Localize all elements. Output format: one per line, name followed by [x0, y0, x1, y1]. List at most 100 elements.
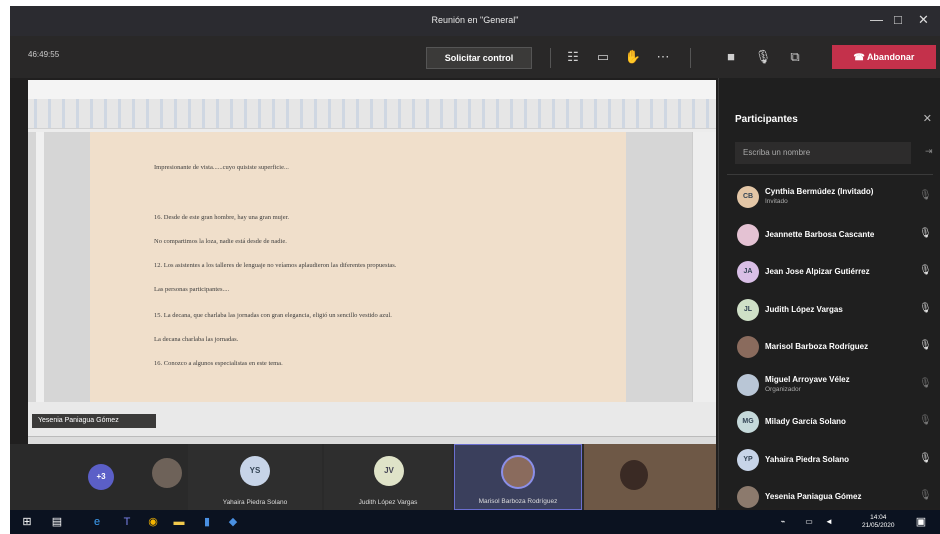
- participant-name: Marisol Barboza Rodríguez: [765, 342, 869, 351]
- leave-label: Abandonar: [866, 52, 915, 62]
- chat-icon[interactable]: ▭: [592, 46, 614, 68]
- microphone-icon[interactable]: 🎙: [752, 46, 774, 68]
- leave-button[interactable]: ☎ Abandonar: [832, 45, 936, 69]
- meeting-timer: 46:49:55: [28, 50, 60, 59]
- participant-role: Organizador: [765, 385, 801, 393]
- title-bar: Reunión en "General" — □ ✕: [10, 6, 940, 36]
- window-title: Reunión en "General": [431, 15, 519, 25]
- participant-row[interactable]: MG Milady García Solano 🎙: [719, 403, 940, 441]
- clock-date: 21/05/2020: [862, 522, 895, 529]
- video-strip: +3 YS Yahaira Piedra Solano JV Judith Ló…: [10, 444, 716, 510]
- add-participant-icon[interactable]: ⇥: [925, 146, 933, 157]
- participant-name: Judith López Vargas: [765, 304, 843, 314]
- participant-role: Invitado: [765, 198, 788, 205]
- avatar: [501, 455, 535, 489]
- tile-caption: Yahaira Piedra Solano: [222, 499, 288, 506]
- participant-row[interactable]: Miguel Arroyave Vélez Organizador 🎙: [719, 366, 940, 404]
- participant-name: Yahaira Piedra Solano: [765, 454, 850, 464]
- participant-name: Jeannette Barbosa Cascante: [765, 229, 875, 239]
- writer-toolbar: [28, 99, 716, 129]
- document-line: Impresionante de vista......cuyo quisist…: [154, 164, 289, 171]
- tile-caption: Marisol Barboza Rodríguez: [478, 498, 558, 505]
- participants-panel: Participantes ✕ Escriba un nombre ⇥ CB Cy…: [718, 78, 940, 508]
- mic-on-icon: 🎙: [919, 340, 932, 351]
- avatar: YS: [240, 456, 270, 486]
- participant-row[interactable]: JL Judith López Vargas 🎙: [719, 291, 940, 329]
- participant-name: Cynthia Bermúdez (Invitado): [765, 187, 874, 196]
- avatar: [737, 373, 759, 396]
- writer-title-bar: [28, 80, 716, 90]
- chrome-icon[interactable]: ◉: [146, 515, 160, 529]
- edge-icon[interactable]: e: [90, 515, 104, 529]
- document-line: 16. Desde de este gran hombre, hay una g…: [154, 214, 290, 221]
- writer-icon[interactable]: ▮: [200, 515, 214, 529]
- participant-search-input[interactable]: Escriba un nombre: [735, 142, 911, 164]
- shared-screen: Impresionante de vista......cuyo quisist…: [28, 80, 716, 444]
- folder-icon[interactable]: ▬: [172, 515, 186, 529]
- request-control-button[interactable]: Solicitar control: [426, 47, 532, 69]
- avatar: JV: [374, 456, 404, 486]
- document-line: No compartimos la loza, nadie está desde…: [154, 238, 287, 245]
- avatar: [737, 223, 759, 246]
- meeting-toolbar: 46:49:55 Solicitar control ☷ ▭ ✋ ⋯ ■ 🎙 ⧉…: [10, 36, 940, 78]
- task-view-icon[interactable]: ▤: [50, 515, 64, 529]
- volume-icon[interactable]: ◄: [822, 515, 836, 529]
- toolbar-divider: [550, 48, 551, 68]
- participant-row[interactable]: Marisol Barboza Rodríguez 🎙: [719, 328, 940, 366]
- more-icon[interactable]: ⋯: [652, 46, 674, 68]
- clock-time: 14:04: [870, 514, 887, 521]
- participant-row[interactable]: CB Cynthia Bermúdez (Invitado) Invitado 🎙: [719, 178, 940, 216]
- toolbar-divider: [690, 48, 691, 68]
- participant-row[interactable]: Jeannette Barbosa Cascante 🎙: [719, 216, 940, 254]
- document-line: 16. Conozco a algunos especialistas en e…: [154, 360, 283, 367]
- avatar: [737, 336, 759, 358]
- vertical-ruler: [36, 132, 44, 402]
- video-tile-camera[interactable]: [584, 444, 716, 510]
- camera-feed: [620, 460, 648, 490]
- video-tile[interactable]: YS Yahaira Piedra Solano: [188, 444, 322, 510]
- mic-on-icon: 🎙: [919, 227, 932, 239]
- writer-sidebar: [692, 132, 716, 402]
- teams-icon[interactable]: T: [120, 515, 134, 529]
- video-tile[interactable]: JV Judith López Vargas: [324, 444, 452, 510]
- presenter-name-tag: Yesenia Paniagua Gómez: [32, 414, 156, 428]
- network-icon[interactable]: ⌁: [776, 515, 790, 529]
- participant-row[interactable]: JA Jean Jose Alpizar Gutiérrez 🎙: [719, 253, 940, 291]
- share-screen-icon[interactable]: ⧉: [784, 46, 806, 68]
- video-tile[interactable]: +3: [52, 444, 182, 510]
- avatar: MG: [737, 411, 759, 433]
- close-icon[interactable]: ✕: [918, 12, 929, 28]
- participants-icon[interactable]: ☷: [562, 46, 584, 68]
- participant-row[interactable]: YP Yahaira Piedra Solano 🎙: [719, 441, 940, 479]
- participant-name: Jean Jose Alpizar Gutiérrez: [765, 267, 870, 276]
- camera-icon[interactable]: ■: [720, 46, 742, 68]
- avatar: CB: [737, 186, 759, 208]
- taskbar-clock[interactable]: 14:04 21/05/2020: [862, 514, 895, 530]
- mic-on-icon: 🎙: [919, 265, 932, 276]
- mic-off-icon: 🎙: [919, 377, 932, 389]
- mic-off-icon: 🎙: [919, 190, 932, 201]
- avatar: [152, 458, 182, 488]
- mic-on-icon: 🎙: [919, 452, 932, 464]
- more-participants-badge[interactable]: +3: [88, 464, 114, 490]
- document-line: 15. La decana, que charlaba las jornadas…: [154, 312, 392, 319]
- notifications-icon[interactable]: ▣: [914, 515, 928, 529]
- app-icon[interactable]: ◆: [226, 515, 240, 529]
- avatar: JA: [737, 261, 759, 283]
- teams-window: Reunión en "General" — □ ✕ 46:49:55 Soli…: [10, 6, 940, 534]
- writer-menu-bar: [28, 90, 716, 99]
- maximize-icon[interactable]: □: [894, 12, 902, 27]
- minimize-icon[interactable]: —: [870, 12, 883, 27]
- start-icon[interactable]: ⊞: [20, 515, 34, 529]
- document-page: Impresionante de vista......cuyo quisist…: [90, 132, 626, 402]
- raise-hand-icon[interactable]: ✋: [622, 46, 644, 68]
- windows-taskbar: ⊞ ▤ e T ◉ ▬ ▮ ◆ ⌁ ▭ ◄ 14:04 21/05/2020 ▣: [10, 510, 940, 534]
- mic-off-icon: 🎙: [919, 415, 932, 426]
- participant-name: Miguel Arroyave Vélez: [765, 374, 850, 384]
- close-panel-icon[interactable]: ✕: [923, 112, 932, 125]
- battery-icon[interactable]: ▭: [802, 515, 816, 529]
- document-line: La decana charlaba las jornadas.: [154, 336, 239, 343]
- avatar: [737, 486, 759, 508]
- video-tile-active-speaker[interactable]: Marisol Barboza Rodríguez: [454, 444, 582, 510]
- phone-icon: ☎: [853, 52, 867, 62]
